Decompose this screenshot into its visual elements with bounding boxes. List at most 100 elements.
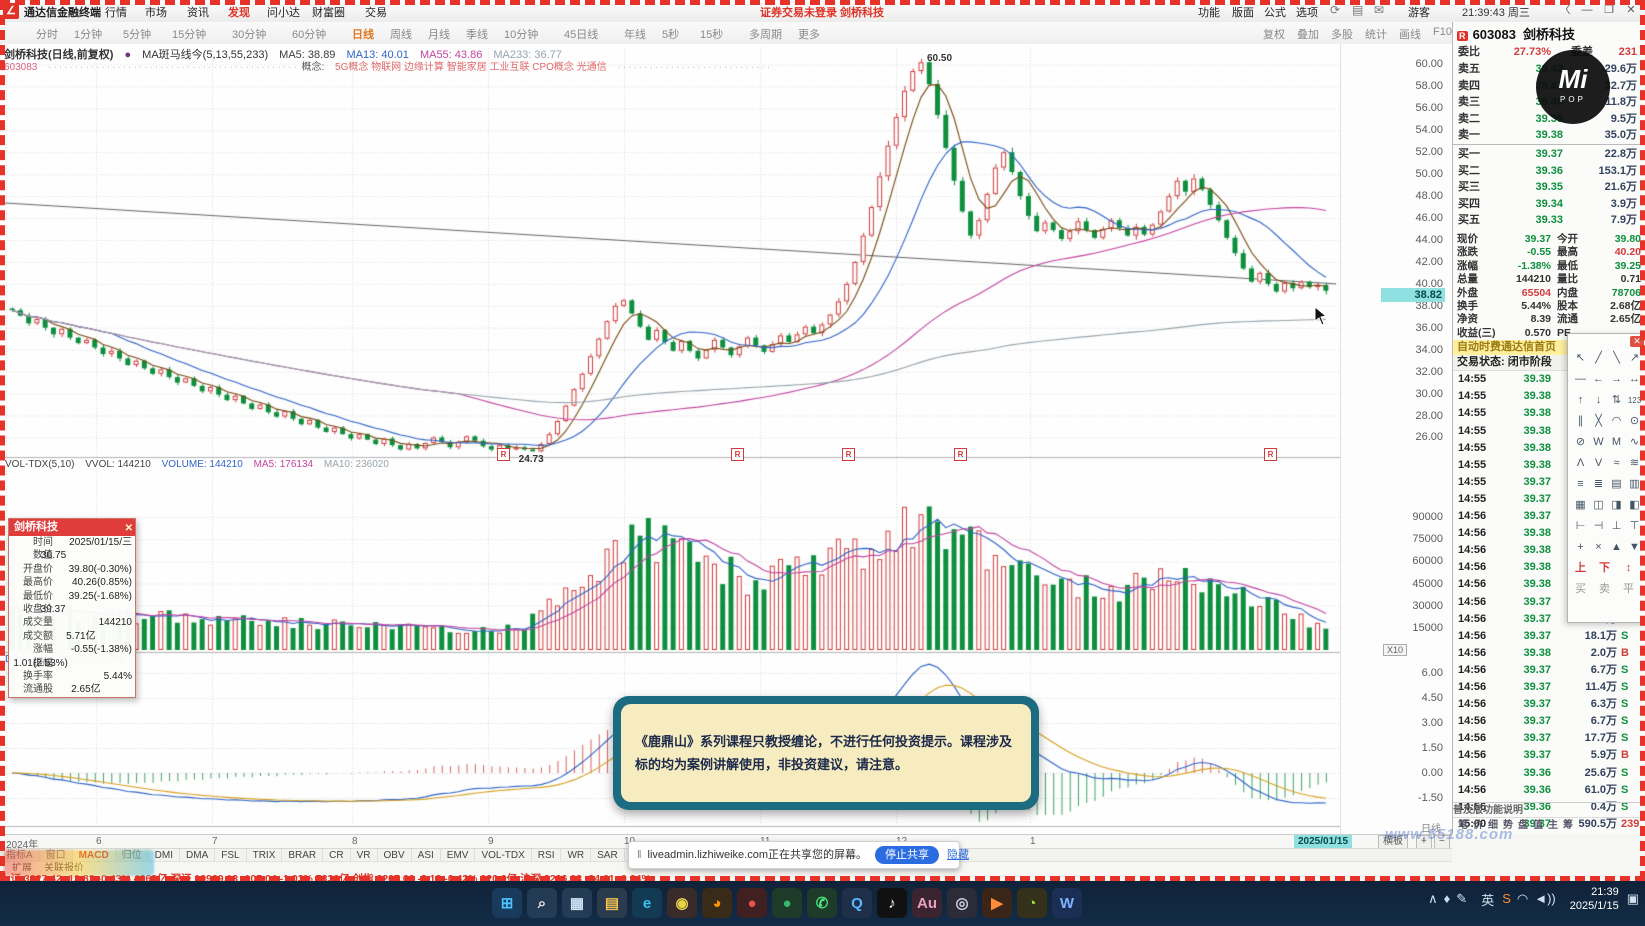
draw-tool[interactable]: ◨ xyxy=(1608,497,1625,514)
taskbar-icon-au-app[interactable]: Au xyxy=(912,888,942,918)
mic-icon[interactable]: ♦ xyxy=(1444,891,1451,906)
draw-tool[interactable]: ▼ xyxy=(1626,539,1643,556)
period-10分钟[interactable]: 10分钟 xyxy=(504,26,538,42)
taskbar-icon-chrome[interactable]: ◉ xyxy=(667,888,697,918)
period-5分钟[interactable]: 5分钟 xyxy=(123,26,151,42)
draw-tool[interactable]: + xyxy=(1572,539,1589,556)
hide-link[interactable]: 隐藏 xyxy=(947,849,969,861)
close-button[interactable]: ✕ xyxy=(1622,3,1640,18)
draw-tool[interactable]: ↔ xyxy=(1626,371,1643,388)
info-panel-title[interactable]: 剑桥科技 ✕ xyxy=(9,519,135,536)
draw-tool[interactable]: ≡ xyxy=(1572,476,1589,493)
taskbar-icon-word[interactable]: W xyxy=(1052,888,1082,918)
draw-tool[interactable]: ⊥ xyxy=(1608,518,1625,535)
taskbar-icon-music-8[interactable]: ♪ xyxy=(877,888,907,918)
period-多周期[interactable]: 多周期 xyxy=(749,26,782,42)
mini-tab-主[interactable]: 主 xyxy=(1548,818,1558,834)
draw-tool[interactable]: M xyxy=(1608,434,1625,451)
draw-tool[interactable]: ▦ xyxy=(1572,497,1589,514)
draw-tool[interactable]: ◧ xyxy=(1626,497,1643,514)
taskbar-icon-edge[interactable]: e xyxy=(632,888,662,918)
bid-row[interactable]: 买五 39.33 7.9万 xyxy=(1453,212,1645,228)
wifi-icon[interactable]: ◠ xyxy=(1517,891,1528,906)
bid-row[interactable]: 买四 39.34 3.9万 xyxy=(1453,196,1645,212)
pen-icon[interactable]: ✎ xyxy=(1456,891,1467,906)
tool-统计[interactable]: 统计 xyxy=(1365,26,1387,42)
draw-tool[interactable]: — xyxy=(1572,371,1589,388)
draw-tool[interactable]: ⊤ xyxy=(1626,518,1643,535)
ask-row[interactable]: 卖一 39.38 35.0万 xyxy=(1453,127,1645,143)
menu-item-6[interactable]: 交易 xyxy=(365,4,387,20)
mini-tab-值[interactable]: 值 xyxy=(1533,818,1543,834)
draw-tool[interactable]: Λ xyxy=(1572,455,1589,472)
taskbar-icon-browser-360[interactable]: ◔ xyxy=(1017,888,1047,918)
period-周线[interactable]: 周线 xyxy=(390,26,412,42)
draw-tool[interactable]: ≈ xyxy=(1608,455,1625,472)
taskbar-icon-file-explorer[interactable]: ▤ xyxy=(597,888,627,918)
mini-tab-筹[interactable]: 筹 xyxy=(1563,818,1573,834)
maximize-button[interactable]: ❐ xyxy=(1600,3,1618,18)
stop-sharing-button[interactable]: 停止共享 xyxy=(874,846,939,865)
taskbar-icon-app-red[interactable]: ● xyxy=(737,888,767,918)
period-更多[interactable]: 更多 xyxy=(798,26,820,42)
taskbar-icon-task-view[interactable]: ▦ xyxy=(562,888,592,918)
draw-tool-下[interactable]: 下 xyxy=(1596,560,1613,577)
tray-expand-icon[interactable]: ∧ xyxy=(1428,891,1438,906)
lang-indicator[interactable]: 英 xyxy=(1481,890,1494,909)
menu-item-5[interactable]: 财富圈 xyxy=(312,4,345,20)
draw-tool[interactable]: ← xyxy=(1590,371,1607,388)
taskbar-icon-search[interactable]: ⌕ xyxy=(527,888,557,918)
sogou-icon[interactable]: S xyxy=(1502,891,1511,906)
period-季线[interactable]: 季线 xyxy=(466,26,488,42)
event-marker-icon[interactable]: R xyxy=(1264,448,1277,461)
bid-row[interactable]: 买一 39.37 22.8万 xyxy=(1453,146,1645,162)
close-icon[interactable]: ✕ xyxy=(1630,336,1644,347)
draw-tool[interactable]: → xyxy=(1608,371,1625,388)
user-guest[interactable]: 游客 xyxy=(1408,4,1430,20)
refresh-icon[interactable]: ⟳ xyxy=(1330,3,1340,17)
menu-item-2[interactable]: 资讯 xyxy=(187,4,209,20)
bid-row[interactable]: 买二 39.36 153.1万 xyxy=(1453,163,1645,179)
draw-tool[interactable]: ≋ xyxy=(1626,455,1643,472)
menu-item-4[interactable]: 问小达 xyxy=(267,4,300,20)
draw-tool[interactable]: ↑ xyxy=(1572,392,1589,409)
draw-tool[interactable]: ↗ xyxy=(1626,350,1643,367)
draw-tool-平[interactable]: 平 xyxy=(1620,581,1637,598)
mail-icon[interactable]: ✉ xyxy=(1374,3,1384,17)
draw-tool[interactable]: ╳ xyxy=(1590,413,1607,430)
draw-tool[interactable]: W xyxy=(1590,434,1607,451)
menu-right-2[interactable]: 公式 xyxy=(1264,4,1286,20)
period-月线[interactable]: 月线 xyxy=(428,26,450,42)
draw-tool[interactable]: ▲ xyxy=(1608,539,1625,556)
period-15分钟[interactable]: 15分钟 xyxy=(172,26,206,42)
draw-tool[interactable]: V xyxy=(1590,455,1607,472)
period-60分钟[interactable]: 60分钟 xyxy=(292,26,326,42)
event-marker-icon[interactable]: R xyxy=(497,448,510,461)
period-15秒[interactable]: 15秒 xyxy=(700,26,723,42)
period-5秒[interactable]: 5秒 xyxy=(662,26,679,42)
tool-画线[interactable]: 画线 xyxy=(1399,26,1421,42)
draw-tool-卖[interactable]: 卖 xyxy=(1596,581,1613,598)
period-分时[interactable]: 分时 xyxy=(36,26,58,42)
menu-item-3[interactable]: 发现 xyxy=(228,4,250,20)
draw-tool[interactable]: ╱ xyxy=(1590,350,1607,367)
period-年线[interactable]: 年线 xyxy=(624,26,646,42)
draw-tool[interactable]: ◫ xyxy=(1590,497,1607,514)
taskbar-icon-qq[interactable]: Q xyxy=(842,888,872,918)
event-marker-icon[interactable]: R xyxy=(731,448,744,461)
taskbar-icon-app-green[interactable]: ● xyxy=(772,888,802,918)
bid-row[interactable]: 买三 39.35 21.6万 xyxy=(1453,179,1645,195)
taskbar-icon-player[interactable]: ▶ xyxy=(982,888,1012,918)
tool-多股[interactable]: 多股 xyxy=(1331,26,1353,42)
taskbar-icon-wechat[interactable]: ✆ xyxy=(807,888,837,918)
draw-tool[interactable]: ⊙ xyxy=(1626,413,1643,430)
draw-tool[interactable]: ∥ xyxy=(1572,413,1589,430)
menu-right-0[interactable]: 功能 xyxy=(1198,4,1220,20)
event-marker-icon[interactable]: R xyxy=(842,448,855,461)
draw-tool[interactable]: ⊘ xyxy=(1572,434,1589,451)
draw-tool[interactable]: ▥ xyxy=(1626,476,1643,493)
close-icon[interactable]: ✕ xyxy=(125,520,133,537)
draw-tool-上[interactable]: 上 xyxy=(1572,560,1589,577)
draw-tool[interactable]: × xyxy=(1590,539,1607,556)
volume-icon[interactable]: ◄)) xyxy=(1534,891,1556,906)
